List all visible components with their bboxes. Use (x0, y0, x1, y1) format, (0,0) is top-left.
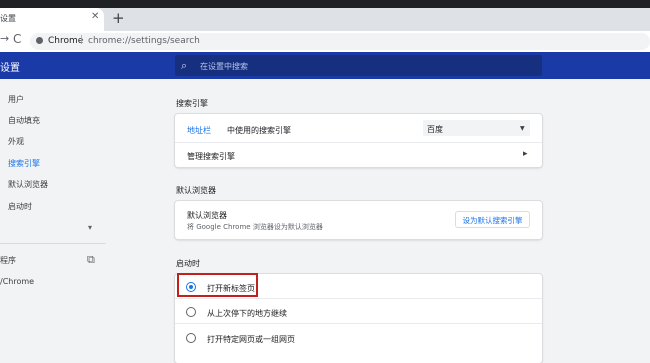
radio-open-specific-pages[interactable] (186, 333, 196, 343)
row-divider (175, 142, 542, 143)
forward-icon[interactable]: → (0, 32, 9, 45)
make-default-button[interactable]: 设为默认搜索引擎 (455, 211, 530, 228)
section-heading-default-browser: 默认浏览器 (176, 186, 216, 195)
annotation-highlight-box (177, 273, 258, 297)
row-divider (175, 298, 542, 299)
sidebar-item-apps[interactable]: 程序 (0, 255, 16, 266)
reload-icon[interactable]: C (13, 32, 21, 46)
page-title: 设置 (0, 63, 20, 74)
url-origin: Chrome (48, 36, 84, 46)
url-path: chrome://settings/search (88, 36, 200, 46)
sidebar-item-autofill[interactable]: 自动填充 (8, 115, 40, 126)
search-engine-select-value: 百度 (427, 125, 443, 134)
dropdown-arrow-icon: ▼ (520, 125, 525, 132)
chevron-down-icon[interactable]: ▾ (88, 223, 92, 232)
address-bar-link[interactable]: 地址栏 (187, 125, 211, 136)
sidebar-divider (0, 243, 106, 244)
open-in-new-icon[interactable]: ⧉ (87, 253, 95, 267)
section-heading-on-startup: 启动时 (176, 259, 200, 268)
tab-title: 设置 (0, 14, 16, 23)
site-info-icon[interactable] (36, 37, 43, 44)
row-divider (175, 323, 542, 324)
sidebar-item-default-browser[interactable]: 默认浏览器 (8, 179, 48, 190)
chevron-right-icon[interactable]: ▸ (523, 149, 528, 159)
sidebar-item-search-engine[interactable]: 搜索引擎 (8, 158, 40, 169)
search-placeholder: 在设置中搜索 (200, 62, 248, 71)
sidebar-item-on-startup[interactable]: 启动时 (8, 201, 32, 212)
close-icon[interactable]: ✕ (91, 11, 99, 22)
address-bar-engine-label: 中使用的搜索引擎 (227, 126, 291, 135)
sidebar-item-appearance[interactable]: 外观 (8, 136, 24, 147)
radio-continue-where-left-off[interactable] (186, 307, 196, 317)
manage-search-engines-row[interactable]: 管理搜索引擎 (187, 151, 235, 162)
default-browser-label: 默认浏览器 (187, 211, 227, 220)
sidebar-item-about[interactable]: /Chrome (0, 277, 34, 286)
default-browser-sublabel: 将 Google Chrome 浏览器设为默认浏览器 (187, 223, 323, 231)
option-continue-where-left-off[interactable]: 从上次停下的地方继续 (207, 308, 287, 319)
url-separator: | (80, 35, 84, 45)
section-heading-search-engine: 搜索引擎 (176, 99, 208, 108)
search-icon: ⌕ (181, 59, 188, 72)
window-top-edge (0, 0, 650, 8)
new-tab-button[interactable]: + (112, 9, 125, 27)
option-open-specific-pages[interactable]: 打开特定网页或一组网页 (207, 334, 295, 345)
sidebar-item-people[interactable]: 用户 (8, 94, 24, 105)
